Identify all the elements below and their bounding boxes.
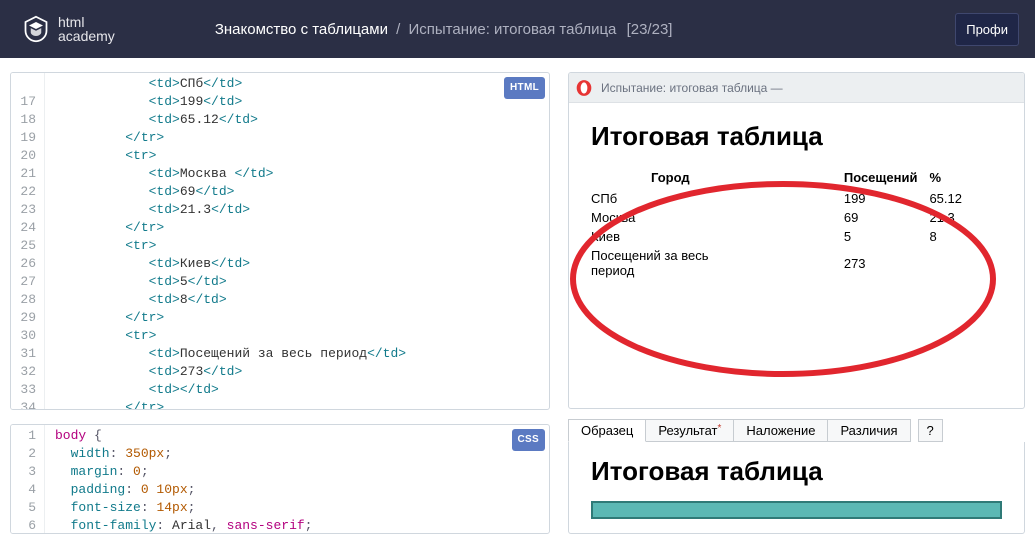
tab-Образец[interactable]: Образец: [568, 419, 646, 442]
breadcrumb: Знакомство с таблицами / Испытание: итог…: [215, 21, 673, 38]
topbar: html academy Знакомство с таблицами / Ис…: [0, 0, 1035, 58]
table-cell: 21.3: [929, 208, 1002, 227]
breadcrumb-sub[interactable]: Испытание: итоговая таблица: [408, 21, 616, 38]
table-cell: Киев: [591, 227, 844, 246]
table-cell: 199: [844, 189, 930, 208]
table-cell: Посещений за весь период: [591, 246, 844, 280]
table-header: %: [929, 168, 1002, 189]
css-code[interactable]: body { width: 350px; margin: 0; padding:…: [45, 425, 549, 533]
table-cell: СПб: [591, 189, 844, 208]
shield-icon: [22, 15, 50, 43]
table-header: Посещений: [844, 168, 930, 189]
html-gutter: 1718192021222324252627282930313233343536…: [11, 73, 45, 409]
table-cell: 8: [929, 227, 1002, 246]
table-cell: 65.12: [929, 189, 1002, 208]
table-cell: 5: [844, 227, 930, 246]
preview-browser: Испытание: итоговая таблица — Итоговая т…: [568, 72, 1025, 409]
preview-table: ГородПосещений% СПб19965.12Москва6921.3К…: [591, 168, 1002, 280]
table-row: Москва6921.3: [591, 208, 1002, 227]
breadcrumb-main[interactable]: Знакомство с таблицами: [215, 21, 388, 38]
tab-Различия[interactable]: Различия: [827, 419, 910, 442]
preview-heading: Итоговая таблица: [591, 121, 1002, 152]
css-editor[interactable]: CSS 123456 body { width: 350px; margin: …: [10, 424, 550, 534]
opera-icon: [575, 79, 593, 97]
breadcrumb-count: [23/23]: [627, 21, 673, 38]
table-cell: 273: [844, 246, 930, 280]
html-editor[interactable]: HTML 17181920212223242526272829303132333…: [10, 72, 550, 410]
tab-Наложение[interactable]: Наложение: [733, 419, 828, 442]
table-row: Посещений за весь период273: [591, 246, 1002, 280]
table-cell: 69: [844, 208, 930, 227]
table-row: СПб19965.12: [591, 189, 1002, 208]
tabset: ОбразецРезультат*НаложениеРазличия?: [568, 419, 1025, 442]
preview-page: Итоговая таблица ГородПосещений% СПб1996…: [569, 103, 1024, 304]
help-button[interactable]: ?: [918, 419, 943, 442]
table-row: Киев58: [591, 227, 1002, 246]
table-cell: Москва: [591, 208, 844, 227]
reference-stripe: [591, 501, 1002, 519]
reference-panel: Итоговая таблица: [568, 442, 1025, 534]
table-header: Город: [591, 168, 844, 189]
tab-Результат[interactable]: Результат*: [645, 419, 734, 442]
logo[interactable]: html academy: [22, 15, 115, 43]
tab-title: Испытание: итоговая таблица —: [601, 81, 783, 95]
html-code[interactable]: <td>СПб</td> <td>199</td> <td>65.12</td>…: [45, 73, 549, 409]
address-bar: Испытание: итоговая таблица —: [569, 73, 1024, 103]
table-cell: [929, 246, 1002, 280]
logo-text: html academy: [58, 15, 115, 43]
profile-button[interactable]: Профи: [955, 13, 1019, 46]
css-gutter: 123456: [11, 425, 45, 533]
reference-heading: Итоговая таблица: [591, 456, 1002, 487]
